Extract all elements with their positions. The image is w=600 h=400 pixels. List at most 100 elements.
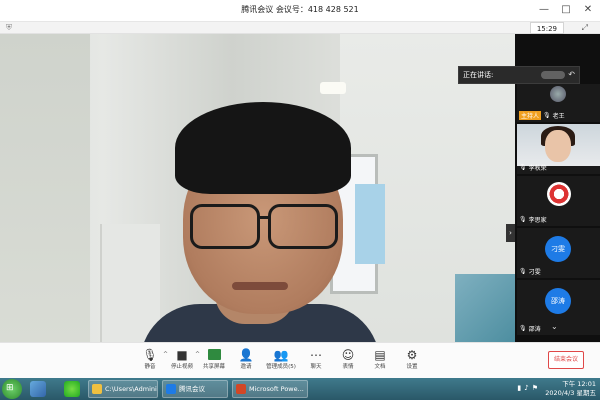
video-background: [0, 34, 90, 342]
tool-label: 聊天: [310, 364, 322, 370]
video-background: [355, 184, 385, 264]
network-icon[interactable]: ▮: [517, 384, 521, 392]
participant-tile[interactable]: 邵涛 🎙 邵涛: [517, 280, 600, 335]
shield-icon[interactable]: ⛨: [6, 23, 12, 33]
settings-icon: ⚙: [406, 348, 418, 362]
flag-icon[interactable]: ⚑: [532, 384, 538, 392]
collapse-panel-icon[interactable]: ›: [506, 224, 515, 242]
quicklaunch-icon[interactable]: [64, 381, 80, 397]
video-background: [455, 274, 515, 342]
avatar: [547, 182, 571, 206]
window-controls: — □ ✕: [538, 3, 594, 17]
microphone-icon: 🎙: [519, 216, 527, 223]
participant-tile[interactable]: 🎙 李秋荣: [517, 124, 600, 174]
task-label: 腾讯会议: [179, 385, 205, 393]
host-badge: 主持人: [519, 111, 542, 120]
share-screen-button[interactable]: 共享屏幕: [198, 347, 230, 377]
app-icon: [166, 384, 176, 394]
participant-label: 🎙 李秋荣: [519, 163, 547, 172]
meeting-clock: 15:29: [529, 22, 564, 34]
tool-label: 共享屏幕: [202, 364, 225, 370]
minimize-button[interactable]: —: [538, 3, 550, 17]
stop-video-button[interactable]: ■ ^ 停止视频: [166, 347, 200, 377]
mute-button[interactable]: 🎙 ^ 静音: [134, 347, 168, 377]
fullscreen-icon[interactable]: ⤢: [582, 22, 588, 34]
meeting-info-bar: ⛨ 15:29 ⤢: [0, 22, 600, 34]
speaking-indicator: 正在讲话: ↶: [458, 66, 580, 84]
speaker-figure: [190, 204, 260, 249]
quicklaunch-icon[interactable]: [30, 381, 46, 397]
emoji-icon: ☺: [341, 348, 355, 362]
end-meeting-button[interactable]: 结束会议: [548, 351, 584, 369]
speaking-label: 正在讲话:: [463, 71, 494, 79]
tool-label: 表情: [342, 364, 354, 370]
avatar: [550, 86, 566, 102]
microphone-icon: 🎙: [519, 164, 527, 171]
invite-button[interactable]: 👤 邀请: [230, 347, 262, 377]
tool-label: 文档: [374, 364, 386, 370]
participant-name: 李秋荣: [528, 165, 547, 172]
taskbar-item-explorer[interactable]: C:\Users\Admini...: [88, 380, 158, 398]
os-taskbar: ⊞ C:\Users\Admini... 腾讯会议 Microsoft Powe…: [0, 378, 600, 400]
participant-video: [517, 124, 600, 166]
speaker-figure: [268, 204, 338, 249]
windows-logo-icon: ⊞: [6, 383, 14, 393]
folder-icon: [92, 384, 102, 394]
members-icon: 👥: [273, 348, 289, 362]
task-label: Microsoft Powe...: [249, 385, 304, 393]
settings-button[interactable]: ⚙ 设置: [396, 347, 428, 377]
microphone-icon: 🎙: [142, 348, 158, 362]
main-video[interactable]: ›: [0, 34, 515, 342]
tool-label: 停止视频: [170, 364, 193, 370]
participant-tile[interactable]: 主持人 🎙 老王: [517, 84, 600, 122]
participant-tile[interactable]: 刁雯 🎙 刁雯: [517, 228, 600, 278]
video-background: [100, 224, 160, 342]
title-bar: 腾讯会议 会议号：418 428 521 — □ ✕: [0, 0, 600, 22]
avatar: 刁雯: [545, 236, 571, 262]
meeting-toolbar: 🎙 ^ 静音 ■ ^ 停止视频 共享屏幕 👤 邀请 👥 管理成员(5) ⋯ 聊天…: [0, 342, 600, 378]
participant-tile[interactable]: 🎙 李思家: [517, 176, 600, 226]
toolbar-tools: 🎙 ^ 静音 ■ ^ 停止视频 共享屏幕 👤 邀请 👥 管理成员(5) ⋯ 聊天…: [134, 347, 428, 377]
document-icon: ▤: [374, 348, 386, 362]
share-screen-icon: [207, 349, 221, 360]
avatar: 邵涛: [545, 288, 571, 314]
participant-name: 老王: [552, 113, 565, 120]
system-tray: ▮ ♪ ⚑: [517, 384, 538, 392]
chevron-down-icon[interactable]: ⌄: [551, 322, 558, 331]
speaker-figure: [258, 216, 270, 219]
tool-label: 管理成员(5): [266, 364, 296, 370]
video-background: [320, 82, 346, 94]
window-title: 腾讯会议 会议号：418 428 521: [241, 5, 359, 14]
taskbar-item-powerpoint[interactable]: Microsoft Powe...: [232, 380, 308, 398]
volume-icon[interactable]: ♪: [524, 384, 528, 392]
camera-icon: ■: [176, 348, 188, 362]
close-button[interactable]: ✕: [582, 3, 594, 17]
collapse-icon[interactable]: ↶: [568, 67, 575, 83]
clock-date: 2020/4/3 星期五: [545, 389, 596, 397]
participant-label: 🎙 刁雯: [519, 267, 541, 276]
participant-name: 邵涛: [528, 326, 541, 333]
emoji-button[interactable]: ☺ 表情: [332, 347, 364, 377]
powerpoint-icon: [236, 384, 246, 394]
participant-label: 🎙 李思家: [519, 215, 547, 224]
participant-label: 主持人 🎙 老王: [519, 111, 565, 120]
task-label: C:\Users\Admini...: [105, 385, 158, 393]
speaker-name-blur: [541, 71, 565, 79]
microphone-icon: 🎙: [519, 325, 527, 332]
tool-label: 设置: [406, 364, 418, 370]
speaker-figure: [232, 282, 288, 290]
participant-name: 李思家: [528, 217, 547, 224]
chat-button[interactable]: ⋯ 聊天: [300, 347, 332, 377]
app-root: 腾讯会议 会议号：418 428 521 — □ ✕ ⛨ 15:29 ⤢ › 正…: [0, 0, 600, 400]
participant-name: 刁雯: [528, 269, 541, 276]
taskbar-item-tencent-meeting[interactable]: 腾讯会议: [162, 380, 228, 398]
participant-label: 🎙 邵涛: [519, 324, 541, 333]
manage-members-button[interactable]: 👥 管理成员(5): [262, 347, 300, 377]
docs-button[interactable]: ▤ 文档: [364, 347, 396, 377]
maximize-button[interactable]: □: [560, 3, 572, 17]
system-clock[interactable]: 下午 12:01 2020/4/3 星期五: [545, 380, 596, 398]
microphone-icon: 🎙: [543, 112, 551, 119]
clock-time: 下午 12:01: [562, 380, 596, 388]
microphone-icon: 🎙: [519, 268, 527, 275]
invite-icon: 👤: [238, 348, 254, 362]
